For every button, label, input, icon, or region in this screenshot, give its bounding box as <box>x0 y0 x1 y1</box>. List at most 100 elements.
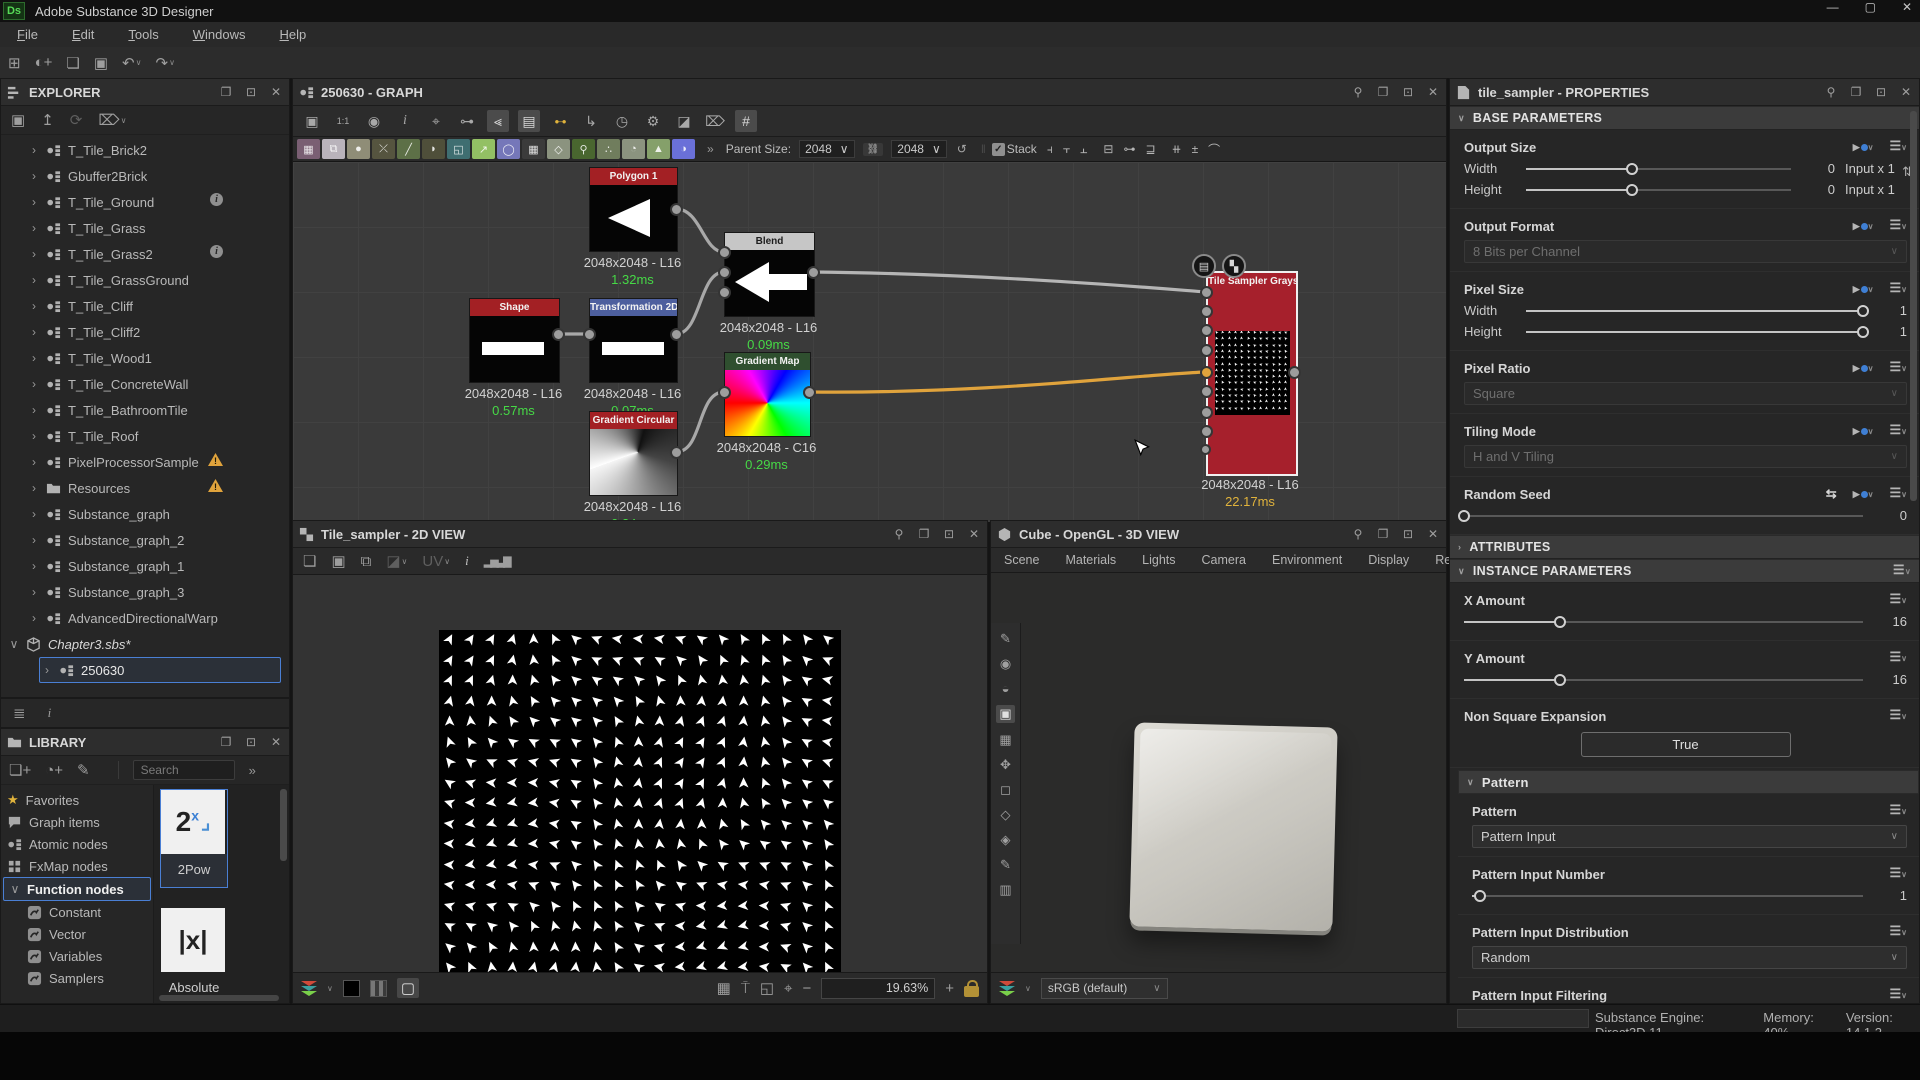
new-graph-icon[interactable]: ◐+ <box>35 54 53 71</box>
slider-width[interactable] <box>1526 162 1791 176</box>
export-image-icon[interactable]: ◪∨ <box>386 552 407 570</box>
explorer-item-t-tile-cliff[interactable]: ›T_Tile_Cliff <box>1 293 289 319</box>
close-panel-icon[interactable]: ✕ <box>967 527 981 541</box>
warp-node-icon[interactable]: ↗ <box>472 139 495 159</box>
close-button[interactable]: ✕ <box>1902 0 1912 14</box>
function-icon[interactable]: ▶∨ <box>1853 426 1874 437</box>
explorer-item-t-tile-brick2[interactable]: ›T_Tile_Brick2 <box>1 137 289 163</box>
recenter-icon[interactable]: ⌖ <box>784 980 792 997</box>
blend-node-icon[interactable]: ● <box>347 139 370 159</box>
align-center-icon[interactable]: ⫟ <box>1063 142 1070 157</box>
redo-icon[interactable]: ↷∨ <box>155 54 174 72</box>
preset-menu-icon[interactable]: ☰∨ <box>1889 926 1907 938</box>
tile-sampler-input-port[interactable] <box>1200 305 1213 318</box>
channels-icon[interactable] <box>301 981 317 995</box>
explorer-item-250630[interactable]: ›250630 <box>39 657 281 683</box>
bake-icon[interactable]: ◪ <box>673 110 695 132</box>
view3d-viewport[interactable]: ✎◉◒▣▦✥◻◇◈✎▥ <box>991 573 1446 975</box>
graph-node-blend[interactable]: Blend <box>724 232 815 317</box>
actual-size-icon[interactable]: 1:1 <box>332 110 354 132</box>
pin-node-icon[interactable]: ⚲ <box>572 139 595 159</box>
snap-cross-icon[interactable]: ⧺ <box>1172 142 1182 156</box>
slider-handle[interactable] <box>1554 616 1566 628</box>
info-icon[interactable]: i <box>210 193 223 206</box>
maximize-panel-icon[interactable]: ⊡ <box>942 527 956 541</box>
menu-help[interactable]: Help <box>262 27 323 42</box>
uv-grid-icon[interactable]: ▦ <box>999 732 1011 748</box>
preset-menu-icon[interactable]: ☰∨ <box>1889 868 1907 880</box>
elbow-link-icon[interactable]: ↳ <box>580 110 602 132</box>
tiling-grid-icon[interactable]: ▦ <box>717 979 731 997</box>
background-stripe-swatch[interactable] <box>370 980 387 997</box>
paint-icon[interactable]: ✎ <box>1000 857 1011 873</box>
view3d-menu-lights[interactable]: Lights <box>1129 553 1188 567</box>
tile-sampler-input-port[interactable] <box>1200 344 1213 357</box>
library-item-2pow[interactable]: 2x⌟2Pow <box>160 789 228 888</box>
menu-edit[interactable]: Edit <box>55 27 111 42</box>
render-channels-icon[interactable] <box>999 981 1015 995</box>
explorer-item-t-tile-cliff2[interactable]: ›T_Tile_Cliff2 <box>1 319 289 345</box>
align-left-icon[interactable]: ⫞ <box>1047 142 1053 157</box>
slider-height[interactable] <box>1526 325 1863 339</box>
library-category-constant[interactable]: Constant <box>1 901 153 923</box>
float-panel-icon[interactable]: ❐ <box>1849 85 1863 99</box>
scene-layers-icon[interactable]: ◈ <box>1001 832 1011 848</box>
node-port[interactable] <box>583 328 596 341</box>
library-category-variables[interactable]: Variables <box>1 945 153 967</box>
slider-width[interactable] <box>1526 304 1863 318</box>
section-base-parameters[interactable]: ∨BASE PARAMETERS <box>1450 106 1919 130</box>
uv-mode-button[interactable]: UV∨ <box>422 553 450 570</box>
geometry-cube-icon[interactable]: ◻ <box>1000 782 1011 798</box>
new-substance-icon[interactable]: ⊞ <box>8 54 21 72</box>
chevron-right-icon[interactable]: › <box>29 481 39 495</box>
library-category-vector[interactable]: Vector <box>1 923 153 945</box>
close-panel-icon[interactable]: ✕ <box>1426 85 1440 99</box>
explorer-item-t-tile-wood1[interactable]: ›T_Tile_Wood1 <box>1 345 289 371</box>
graph-node-shape[interactable]: Shape <box>469 298 560 383</box>
chevron-right-icon[interactable]: › <box>29 299 39 313</box>
zoom-in-icon[interactable]: + <box>945 980 954 997</box>
perspective-icon[interactable]: ◇ <box>1001 807 1011 823</box>
node-port[interactable] <box>1288 366 1301 379</box>
chevron-right-icon[interactable]: › <box>42 663 52 677</box>
preset-menu-icon[interactable]: ☰∨ <box>1889 805 1907 817</box>
annotate-icon[interactable]: ✎ <box>1000 631 1011 647</box>
new-library-folder-icon[interactable]: ❏+ <box>9 761 31 779</box>
graph-canvas[interactable]: Polygon 12048x2048 - L161.32msShape2048x… <box>293 162 1446 522</box>
save-all-icon[interactable]: ▣ <box>94 54 108 72</box>
float-panel-icon[interactable]: ❐ <box>219 85 233 99</box>
slider-handle[interactable] <box>1857 326 1869 338</box>
splatter-node-icon[interactable]: ∴ <box>597 139 620 159</box>
levels-node-icon[interactable]: ▲ <box>647 139 670 159</box>
edit-icon[interactable]: ✎ <box>77 761 90 779</box>
chevron-right-icon[interactable]: › <box>29 247 39 261</box>
light-icon[interactable]: ◉ <box>1000 656 1011 672</box>
info-tab-icon[interactable]: i <box>48 705 52 721</box>
explorer-item-advanceddirectionalwarp[interactable]: ›AdvancedDirectionalWarp <box>1 605 289 631</box>
preset-menu-icon[interactable]: ☰∨ <box>1889 594 1907 606</box>
float-panel-icon[interactable]: ❐ <box>1376 85 1390 99</box>
tile-sampler-input-port[interactable] <box>1200 425 1213 438</box>
background-black-swatch[interactable] <box>343 980 360 997</box>
export-icon[interactable]: ↥ <box>41 111 54 129</box>
maximize-panel-icon[interactable]: ⊡ <box>1401 85 1415 99</box>
graph-tab-title[interactable]: 250630 - GRAPH <box>321 85 423 100</box>
explorer-item-t-tile-grass2[interactable]: ›T_Tile_Grass2i <box>1 241 289 267</box>
gradient-node-icon[interactable]: ◇ <box>547 139 570 159</box>
chevron-right-icon[interactable]: › <box>29 273 39 287</box>
explorer-item-substance-graph[interactable]: ›Substance_graph <box>1 501 289 527</box>
info-icon[interactable]: i <box>210 245 223 258</box>
tile-sampler-input-port[interactable] <box>1200 406 1213 419</box>
section-pattern[interactable]: ∨Pattern <box>1458 770 1919 794</box>
underline-link-icon[interactable]: ⊒ <box>1145 142 1155 156</box>
snap-edge-icon[interactable]: ± <box>1192 142 1199 156</box>
node-port[interactable] <box>807 266 820 279</box>
chevron-right-icon[interactable]: › <box>29 585 39 599</box>
chevron-right-icon[interactable]: › <box>29 377 39 391</box>
explorer-item-t-tile-grass[interactable]: ›T_Tile_Grass <box>1 215 289 241</box>
reload-icon[interactable]: ⟳ <box>70 111 83 129</box>
graph-node-gradient-circular[interactable]: Gradient Circular <box>589 411 678 496</box>
chevron-right-icon[interactable]: › <box>29 507 39 521</box>
preset-menu-icon[interactable]: ☰∨ <box>1889 488 1907 500</box>
preset-menu-icon[interactable]: ☰∨ <box>1889 652 1907 664</box>
